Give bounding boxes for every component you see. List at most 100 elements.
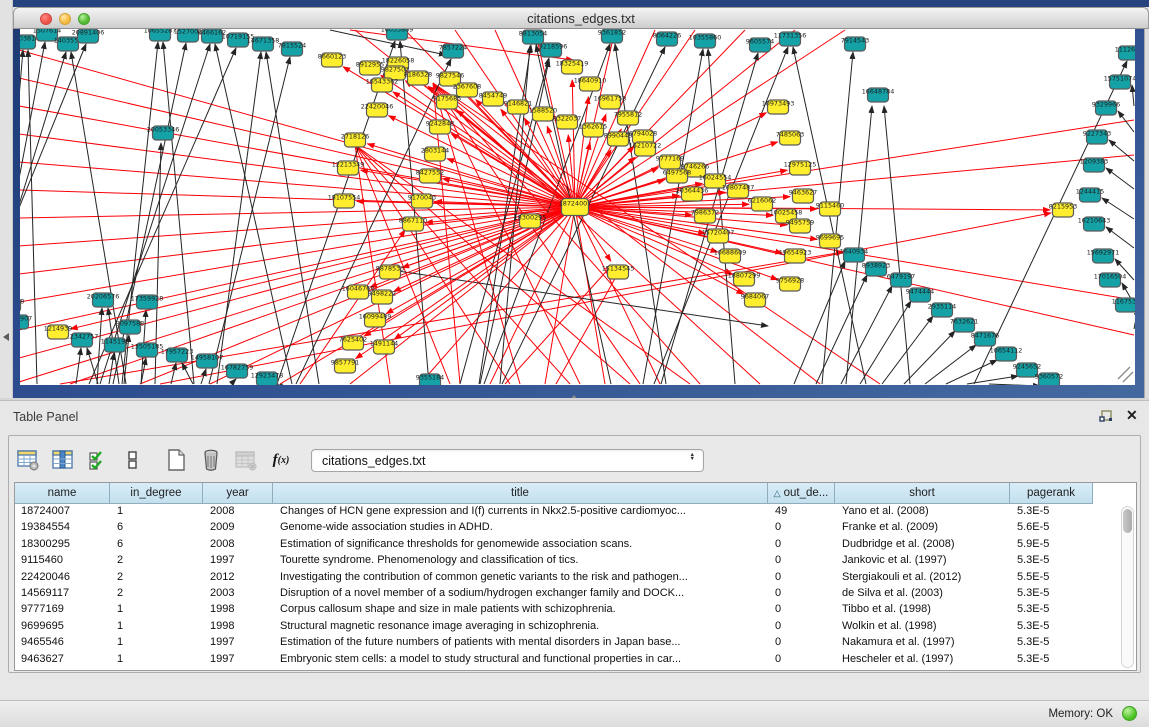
- table-row[interactable]: 1872400712008Changes of HCN gene express…: [15, 504, 1136, 520]
- black-edge[interactable]: [846, 106, 872, 384]
- table-row[interactable]: 946362711997Embryonic stem cells: a mode…: [15, 652, 1136, 668]
- table-row[interactable]: 911546021997Tourette syndrome. Phenomeno…: [15, 553, 1136, 569]
- black-edge[interactable]: [20, 50, 23, 384]
- black-edge[interactable]: [76, 348, 81, 384]
- cell-pagerank: 5.5E-5: [1011, 570, 1094, 586]
- node-label: 2935114: [928, 303, 956, 311]
- black-edge[interactable]: [28, 50, 37, 384]
- scrollbar-thumb[interactable]: [1123, 509, 1132, 533]
- black-edge[interactable]: [884, 106, 910, 384]
- node-label: 12342757: [66, 333, 99, 341]
- black-edge[interactable]: [904, 331, 955, 384]
- column-header-short[interactable]: short: [835, 483, 1010, 504]
- black-edge[interactable]: [882, 316, 933, 384]
- table-row[interactable]: 1938455462009Genome-wide association stu…: [15, 520, 1136, 536]
- column-header-year[interactable]: year: [203, 483, 273, 504]
- node-label: 8215953: [1049, 203, 1077, 211]
- cell-name: 22420046: [15, 570, 111, 586]
- float-panel-icon[interactable]: [1098, 409, 1114, 425]
- black-edge[interactable]: [231, 379, 236, 384]
- table-mode-button[interactable]: [15, 447, 41, 473]
- node-label: 10807487: [722, 184, 755, 192]
- new-column-button[interactable]: [163, 447, 189, 473]
- node-label: 19654923: [779, 249, 812, 257]
- vertical-scrollbar[interactable]: [1121, 506, 1134, 668]
- cell-short: Wolkin et al. (1998): [836, 619, 1011, 635]
- column-checklist-button[interactable]: [85, 447, 111, 473]
- row-selector-button[interactable]: [120, 447, 146, 473]
- node-label: 9175685: [433, 95, 461, 103]
- black-edge[interactable]: [1118, 111, 1134, 132]
- table-row[interactable]: 2242004622012Investigating the contribut…: [15, 570, 1136, 586]
- black-edge[interactable]: [182, 363, 193, 384]
- resize-grip-icon[interactable]: [1123, 372, 1133, 382]
- black-edge[interactable]: [163, 42, 194, 384]
- red-edge[interactable]: [420, 207, 575, 384]
- memory-indicator-icon[interactable]: [1122, 706, 1137, 721]
- table-select-dropdown[interactable]: citations_edges.txt ▲▼: [311, 449, 704, 472]
- table-row[interactable]: 1456911722003Disruption of a novel membe…: [15, 586, 1136, 602]
- cell-pagerank: 5.3E-5: [1011, 602, 1094, 618]
- black-edge[interactable]: [1132, 85, 1134, 106]
- red-edge[interactable]: [71, 207, 575, 329]
- column-header-label: in_degree: [130, 487, 181, 499]
- window-top-border: [13, 0, 1149, 7]
- black-edge[interactable]: [816, 275, 867, 384]
- node-label: 1507614: [33, 29, 61, 35]
- close-panel-icon[interactable]: ✕: [1126, 407, 1142, 423]
- show-columns-button[interactable]: [50, 447, 76, 473]
- collapse-left-arrow-icon[interactable]: [3, 333, 9, 341]
- delete-columns-trash-button[interactable]: [198, 447, 224, 473]
- black-edge[interactable]: [989, 384, 1040, 385]
- network-canvas-svg[interactable]: 2003814150761414035572089140610655287152…: [20, 29, 1135, 385]
- cell-pagerank: 5.3E-5: [1011, 652, 1094, 668]
- network-window-titlebar[interactable]: citations_edges.txt: [13, 7, 1149, 29]
- black-edge[interactable]: [266, 52, 319, 384]
- red-edge[interactable]: [20, 207, 575, 358]
- table-row[interactable]: 946554611997Estimation of the future num…: [15, 635, 1136, 651]
- node-label: 15720407: [702, 229, 735, 237]
- cell-in_degree: 2: [111, 553, 204, 569]
- node-label: 9097588: [116, 320, 144, 328]
- table-panel: Table Panel ✕: [0, 400, 1149, 727]
- table-row[interactable]: 969969511998Structural magnetic resonanc…: [15, 619, 1136, 635]
- red-edge[interactable]: [575, 120, 1134, 207]
- black-edge[interactable]: [100, 44, 210, 384]
- delete-table-button-disabled[interactable]: [233, 447, 259, 473]
- cell-in_degree: 2: [111, 586, 204, 602]
- red-edge[interactable]: [575, 207, 1134, 335]
- cell-name: 18300295: [15, 537, 111, 553]
- black-edge[interactable]: [822, 52, 853, 384]
- cell-name: 9463627: [15, 652, 111, 668]
- black-edge[interactable]: [209, 57, 290, 384]
- node-label: 1112657: [1115, 46, 1135, 54]
- node-label: 9605574: [746, 38, 774, 46]
- black-edge[interactable]: [1106, 227, 1134, 248]
- west-panel-strip: [0, 0, 13, 400]
- black-edge[interactable]: [1106, 168, 1134, 189]
- column-header-in_degree[interactable]: in_degree: [110, 483, 203, 504]
- black-edge[interactable]: [925, 345, 976, 384]
- table-row[interactable]: 1830029562008Estimation of significance …: [15, 537, 1136, 553]
- black-edge[interactable]: [1109, 140, 1134, 161]
- black-edge[interactable]: [860, 301, 911, 384]
- node-label: 9684067: [741, 293, 769, 301]
- cell-title: Changes of HCN gene expression and I(f) …: [274, 504, 769, 520]
- black-edge[interactable]: [841, 286, 892, 384]
- dropdown-spinner-icon: ▲▼: [690, 453, 695, 462]
- column-header-name[interactable]: name: [14, 483, 110, 504]
- red-edge[interactable]: [575, 207, 1050, 210]
- cell-name: 19384554: [15, 520, 111, 536]
- node-label: 10973493: [762, 100, 795, 108]
- column-header-pagerank[interactable]: pagerank: [1010, 483, 1093, 504]
- cell-in_degree: 1: [111, 602, 204, 618]
- column-header-out_degree[interactable]: △out_de...: [768, 483, 835, 504]
- node-label: 18107554: [328, 194, 361, 202]
- table-panel-header: Table Panel ✕: [0, 401, 1149, 433]
- black-edge[interactable]: [201, 369, 206, 384]
- column-header-title[interactable]: title: [273, 483, 768, 504]
- function-builder-button[interactable]: f(x): [268, 447, 294, 473]
- cell-short: Nakamura et al. (1997): [836, 635, 1011, 651]
- network-view[interactable]: 2003814150761414035572089140610655287152…: [20, 29, 1135, 385]
- table-row[interactable]: 977716911998Corpus callosum shape and si…: [15, 602, 1136, 618]
